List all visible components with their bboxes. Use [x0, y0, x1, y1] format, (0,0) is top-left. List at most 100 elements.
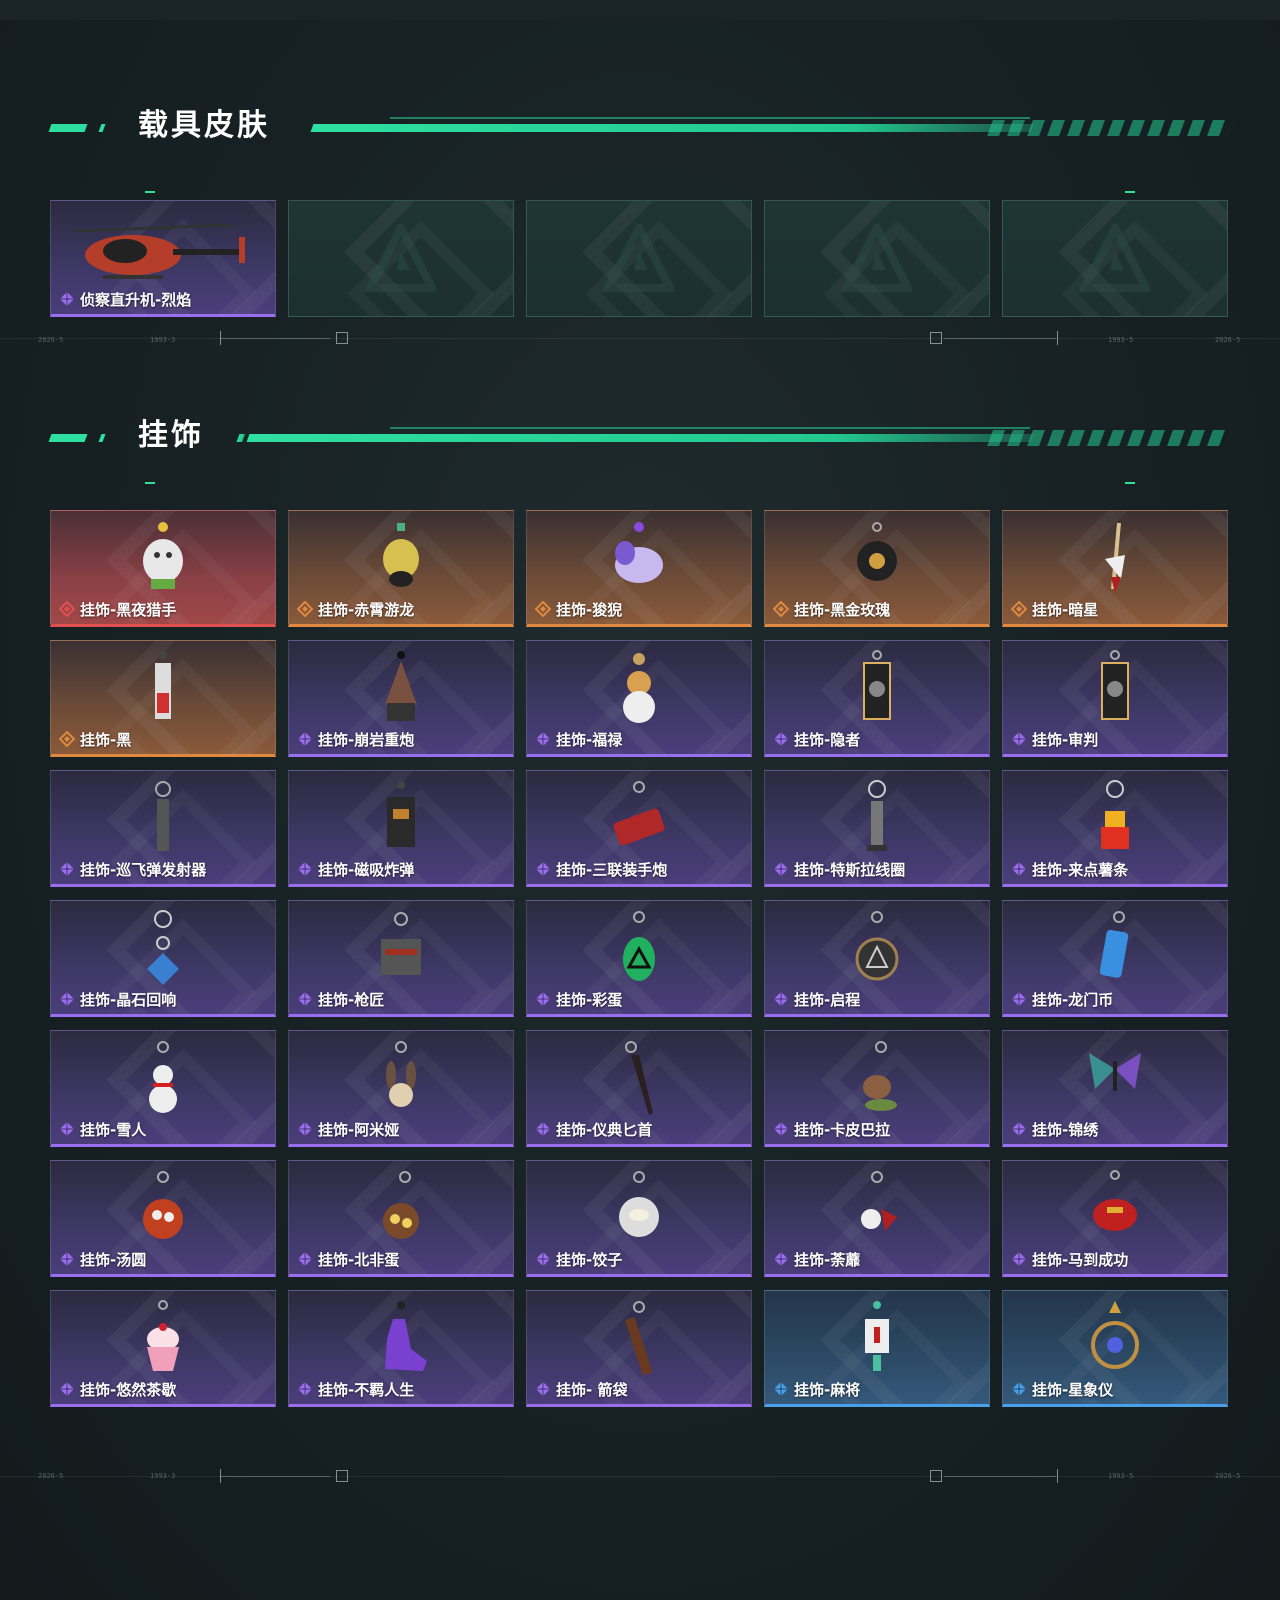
- item-card[interactable]: 挂饰-星象仪: [1002, 1290, 1228, 1407]
- butterfly-charm-icon: [1085, 1039, 1145, 1119]
- plate-charm-icon: [609, 1169, 669, 1249]
- launcher-charm-icon: [133, 779, 193, 859]
- item-name: 挂饰-雪人: [80, 1120, 147, 1139]
- cupcake-charm-icon: [133, 1299, 193, 1379]
- item-card[interactable]: 挂饰-黑: [50, 640, 276, 757]
- item-name: 挂饰-磁吸炸弹: [318, 860, 415, 879]
- item-card[interactable]: 侦察直升机-烈焰: [50, 200, 276, 317]
- item-label: 侦察直升机-烈焰: [59, 288, 191, 310]
- header-dash: [236, 434, 246, 442]
- empty-slot-card[interactable]: [526, 200, 752, 317]
- badge-charm-icon: [847, 909, 907, 989]
- item-card[interactable]: 挂饰-悠然茶歇: [50, 1290, 276, 1407]
- item-card[interactable]: 挂饰-特斯拉线圈: [764, 770, 990, 887]
- item-name: 挂饰-来点薯条: [1032, 860, 1129, 879]
- item-name: 挂饰- 箭袋: [556, 1380, 628, 1399]
- item-card[interactable]: 挂饰-暗星: [1002, 510, 1228, 627]
- item-card[interactable]: 挂饰-晶石回响: [50, 900, 276, 1017]
- empty-slot-card[interactable]: [1002, 200, 1228, 317]
- item-label: 挂饰-马到成功: [1011, 1248, 1128, 1270]
- item-name: 挂饰-黑夜猎手: [80, 600, 177, 619]
- item-label: 挂饰- 箭袋: [535, 1378, 627, 1400]
- item-card[interactable]: 挂饰-锦绣: [1002, 1030, 1228, 1147]
- item-label: 挂饰-锦绣: [1011, 1118, 1098, 1140]
- item-card[interactable]: 挂饰-磁吸炸弹: [288, 770, 514, 887]
- item-name: 挂饰-北非蛋: [318, 1250, 400, 1269]
- item-card[interactable]: 挂饰-赤霄游龙: [288, 510, 514, 627]
- rarity-diamond-icon: [535, 731, 551, 747]
- rarity-diamond-icon: [297, 1381, 313, 1397]
- item-label: 挂饰-狻猊: [534, 598, 622, 620]
- item-label: 挂饰-龙门币: [1011, 988, 1113, 1010]
- gourd-charm-icon: [609, 649, 669, 729]
- item-card[interactable]: 挂饰-来点薯条: [1002, 770, 1228, 887]
- quiver-charm-icon: [609, 1299, 669, 1379]
- deco-square: [336, 1470, 348, 1482]
- item-name: 挂饰-星象仪: [1032, 1380, 1114, 1399]
- corner-tick: [145, 191, 155, 193]
- item-card[interactable]: 挂饰-阿米娅: [288, 1030, 514, 1147]
- cannon-charm-icon: [609, 779, 669, 859]
- rarity-diamond-icon: [773, 991, 789, 1007]
- item-name: 挂饰-锦绣: [1032, 1120, 1099, 1139]
- item-card[interactable]: 挂饰-巡飞弹发射器: [50, 770, 276, 887]
- empty-slot-card[interactable]: [288, 200, 514, 317]
- star-charm-icon: [1085, 519, 1145, 599]
- item-name: 挂饰-赤霄游龙: [318, 600, 415, 619]
- figure-charm-icon: [371, 649, 431, 729]
- item-name: 挂饰-饺子: [556, 1250, 623, 1269]
- empty-slot-card[interactable]: [764, 200, 990, 317]
- item-card[interactable]: 挂饰-崩岩重炮: [288, 640, 514, 757]
- rarity-diamond-icon: [59, 991, 75, 1007]
- item-card[interactable]: 挂饰-黑金玫瑰: [764, 510, 990, 627]
- item-label: 挂饰-彩蛋: [535, 988, 622, 1010]
- item-card[interactable]: 挂饰-饺子: [526, 1160, 752, 1277]
- deco-tick: [1057, 1469, 1058, 1483]
- item-name: 挂饰-龙门币: [1032, 990, 1114, 1009]
- item-name: 侦察直升机-烈焰: [80, 290, 192, 309]
- horse-charm-icon: [1085, 1169, 1145, 1249]
- logo-placeholder-icon: [601, 218, 677, 294]
- item-card[interactable]: 挂饰-荼蘼: [764, 1160, 990, 1277]
- item-card[interactable]: 挂饰-雪人: [50, 1030, 276, 1147]
- item-card[interactable]: 挂饰-汤圆: [50, 1160, 276, 1277]
- item-name: 挂饰-三联装手炮: [556, 860, 668, 879]
- item-name: 挂饰-审判: [1032, 730, 1099, 749]
- item-card[interactable]: 挂饰-枪匠: [288, 900, 514, 1017]
- toolbox-charm-icon: [371, 909, 431, 989]
- tag-charm-icon: [133, 649, 193, 729]
- item-card[interactable]: 挂饰-卡皮巴拉: [764, 1030, 990, 1147]
- item-card[interactable]: 挂饰-马到成功: [1002, 1160, 1228, 1277]
- item-card[interactable]: 挂饰-福禄: [526, 640, 752, 757]
- item-label: 挂饰-饺子: [535, 1248, 622, 1270]
- item-card[interactable]: 挂饰-隐者: [764, 640, 990, 757]
- item-card[interactable]: 挂饰-北非蛋: [288, 1160, 514, 1277]
- item-label: 挂饰-黑: [58, 728, 131, 750]
- card-charm-icon: [1085, 649, 1145, 729]
- rarity-diamond-icon: [773, 731, 789, 747]
- snowman-charm-icon: [133, 1039, 193, 1119]
- rarity-diamond-icon: [773, 1381, 789, 1397]
- rarity-diamond-icon: [1011, 1251, 1027, 1267]
- pan-charm-icon: [371, 1169, 431, 1249]
- item-name: 挂饰-卡皮巴拉: [794, 1120, 891, 1139]
- item-card[interactable]: 挂饰-彩蛋: [526, 900, 752, 1017]
- header-checker: [987, 430, 1233, 446]
- item-card[interactable]: 挂饰- 箭袋: [526, 1290, 752, 1407]
- mahjong-charm-icon: [847, 1299, 907, 1379]
- rarity-diamond-icon: [297, 991, 313, 1007]
- item-card[interactable]: 挂饰-龙门币: [1002, 900, 1228, 1017]
- rarity-diamond-icon: [1011, 861, 1027, 877]
- capybara-charm-icon: [847, 1039, 907, 1119]
- item-label: 挂饰-卡皮巴拉: [773, 1118, 890, 1140]
- item-card[interactable]: 挂饰-黑夜猎手: [50, 510, 276, 627]
- item-card[interactable]: 挂饰-麻将: [764, 1290, 990, 1407]
- item-card[interactable]: 挂饰-仪典匕首: [526, 1030, 752, 1147]
- item-card[interactable]: 挂饰-不羁人生: [288, 1290, 514, 1407]
- item-label: 挂饰-三联装手炮: [535, 858, 667, 880]
- item-card[interactable]: 挂饰-审判: [1002, 640, 1228, 757]
- item-card[interactable]: 挂饰-启程: [764, 900, 990, 1017]
- item-card[interactable]: 挂饰-狻猊: [526, 510, 752, 627]
- rarity-diamond-icon: [58, 600, 76, 618]
- item-card[interactable]: 挂饰-三联装手炮: [526, 770, 752, 887]
